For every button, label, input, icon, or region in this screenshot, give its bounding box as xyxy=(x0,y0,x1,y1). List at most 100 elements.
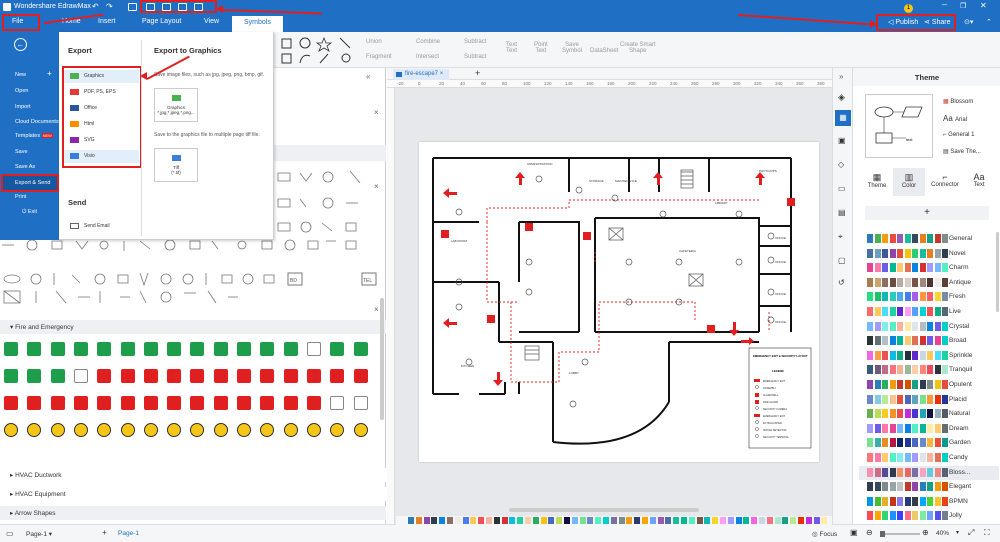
point-text-button[interactable]: Point Text xyxy=(534,42,548,54)
color-swatch[interactable] xyxy=(712,517,719,524)
menu-cloud-documents[interactable]: Cloud Documents xyxy=(15,119,59,125)
color-swatch[interactable] xyxy=(774,517,781,524)
palette-row-live[interactable]: Live xyxy=(859,305,999,319)
color-swatch[interactable] xyxy=(626,517,633,524)
fire-emergency-symbol[interactable] xyxy=(27,423,42,437)
color-swatch[interactable] xyxy=(681,517,687,524)
color-swatch[interactable] xyxy=(790,517,797,524)
category-arrow-shapes[interactable]: ▸ Arrow Shapes xyxy=(0,506,386,520)
redo-icon[interactable]: ↷ xyxy=(106,2,113,11)
minimize-icon[interactable]: ─ xyxy=(942,2,947,9)
color-swatch[interactable] xyxy=(501,517,508,524)
collapse-right-icon[interactable]: » xyxy=(839,72,843,81)
menu-print[interactable]: Print xyxy=(15,194,26,200)
theme-scrollbar[interactable] xyxy=(996,232,999,312)
fire-emergency-symbol[interactable] xyxy=(353,396,368,410)
fire-emergency-symbol[interactable] xyxy=(143,396,158,410)
color-swatch[interactable] xyxy=(743,517,750,524)
add-tab-icon[interactable]: + xyxy=(475,68,480,78)
color-swatch[interactable] xyxy=(431,517,438,524)
color-swatch[interactable] xyxy=(517,517,524,524)
palette-row-dream[interactable]: Dream xyxy=(859,422,999,436)
palette-row-garden[interactable]: Garden xyxy=(859,436,999,450)
palette-row-bpmn[interactable]: BPMN xyxy=(859,495,999,509)
page-icon[interactable]: ▭ xyxy=(838,184,846,193)
library-scrollbar[interactable] xyxy=(380,298,384,420)
fire-emergency-symbol[interactable] xyxy=(190,342,205,356)
fire-emergency-symbol[interactable] xyxy=(120,396,135,410)
fire-emergency-symbol[interactable] xyxy=(260,423,275,437)
graphics-export-button[interactable]: Graphics *.jpg,*.jpeg,*.png... xyxy=(154,88,198,122)
menu-import[interactable]: Import xyxy=(15,104,31,110)
theme-icon[interactable]: ▦ xyxy=(835,110,851,126)
fire-emergency-symbol[interactable] xyxy=(353,342,368,356)
fire-emergency-symbol[interactable] xyxy=(190,369,205,383)
fill-icon[interactable]: ◈ xyxy=(838,92,845,103)
tab-text[interactable]: Aa Text xyxy=(965,172,993,188)
fire-emergency-symbol[interactable] xyxy=(50,423,65,437)
fire-emergency-symbol[interactable] xyxy=(237,369,251,383)
subtract-button[interactable]: Subtract xyxy=(464,39,486,45)
doc-tab[interactable]: fire-escape7 × xyxy=(393,69,450,80)
collapse-library-icon[interactable]: « xyxy=(366,72,370,81)
color-swatch[interactable] xyxy=(548,517,555,524)
page-selector[interactable]: Page-1 ▾ xyxy=(26,530,52,538)
color-swatch[interactable] xyxy=(766,517,773,524)
fire-emergency-symbol[interactable] xyxy=(120,423,135,437)
palette-row-opulent[interactable]: Opulent xyxy=(859,378,999,392)
color-swatch[interactable] xyxy=(470,517,477,524)
text-button[interactable]: Text Text xyxy=(506,42,517,54)
zoom-out-icon[interactable]: ⊖ xyxy=(866,528,873,537)
tab-view[interactable]: View xyxy=(204,18,219,25)
fire-emergency-symbol[interactable] xyxy=(283,423,298,437)
palette-row-crystal[interactable]: Crystal xyxy=(859,320,999,334)
fire-emergency-symbol[interactable] xyxy=(120,369,135,383)
fire-emergency-symbol[interactable] xyxy=(167,396,182,410)
fire-emergency-symbol[interactable] xyxy=(213,342,228,356)
intersect-button[interactable]: Intersect xyxy=(416,54,439,60)
palette-row-fresh[interactable]: Fresh xyxy=(859,290,999,304)
theme-preview[interactable]: text xyxy=(865,94,933,158)
fire-emergency-symbol[interactable] xyxy=(143,342,158,356)
menu-templates[interactable]: Templates NEW xyxy=(15,133,53,139)
color-swatch[interactable] xyxy=(439,517,446,524)
color-swatch[interactable] xyxy=(618,517,625,524)
fire-emergency-symbol[interactable] xyxy=(4,396,18,410)
fire-emergency-symbol[interactable] xyxy=(306,342,321,356)
fire-emergency-symbol[interactable] xyxy=(73,423,88,437)
color-swatch[interactable] xyxy=(751,517,758,524)
color-swatch[interactable] xyxy=(610,517,617,524)
tab-theme[interactable]: ▦ Theme xyxy=(865,172,889,189)
fire-emergency-symbols-grid[interactable] xyxy=(0,336,386,466)
new-icon[interactable] xyxy=(128,3,137,11)
color-swatch[interactable] xyxy=(540,517,547,524)
fire-emergency-symbol[interactable] xyxy=(283,369,298,383)
color-swatch[interactable] xyxy=(642,517,648,524)
color-swatch[interactable] xyxy=(454,517,461,524)
notification-badge[interactable]: 1 xyxy=(904,4,913,13)
color-bar[interactable] xyxy=(396,516,832,525)
tab-insert[interactable]: Insert xyxy=(98,18,116,25)
drawing-page[interactable]: ADMINISTRATION STORAGE MAINTENANCE LAB R… xyxy=(419,142,819,462)
page-tab[interactable]: Page-1 xyxy=(118,530,139,537)
fire-emergency-symbol[interactable] xyxy=(27,342,42,356)
send-email[interactable]: Send Email xyxy=(64,220,139,233)
zoom-dropdown-icon[interactable]: ▾ xyxy=(956,529,959,536)
fire-emergency-symbol[interactable] xyxy=(50,396,65,410)
close-icon[interactable]: × xyxy=(440,71,444,77)
combine-button[interactable]: Combine xyxy=(416,39,440,45)
save-theme-option[interactable]: ▤ Save The... xyxy=(943,148,981,155)
add-page-icon[interactable]: + xyxy=(102,528,107,537)
fire-escape-floorplan[interactable]: ADMINISTRATION STORAGE MAINTENANCE LAB R… xyxy=(419,142,819,462)
fire-emergency-symbol[interactable] xyxy=(167,369,182,383)
fit-page-icon[interactable]: ▣ xyxy=(850,528,858,537)
collapse-ribbon-icon[interactable]: ⌃ xyxy=(986,18,992,26)
fire-emergency-symbol[interactable] xyxy=(213,396,228,410)
fire-emergency-symbol[interactable] xyxy=(353,423,368,437)
add-color-button[interactable]: + xyxy=(865,206,989,220)
fire-emergency-symbol[interactable] xyxy=(237,342,251,356)
datasheet-button[interactable]: DataSheet xyxy=(590,48,618,54)
help-icon[interactable]: ⊙▾ xyxy=(964,18,973,26)
palette-row-elegant[interactable]: Elegant xyxy=(859,480,999,494)
tab-page-layout[interactable]: Page Layout xyxy=(142,18,181,25)
